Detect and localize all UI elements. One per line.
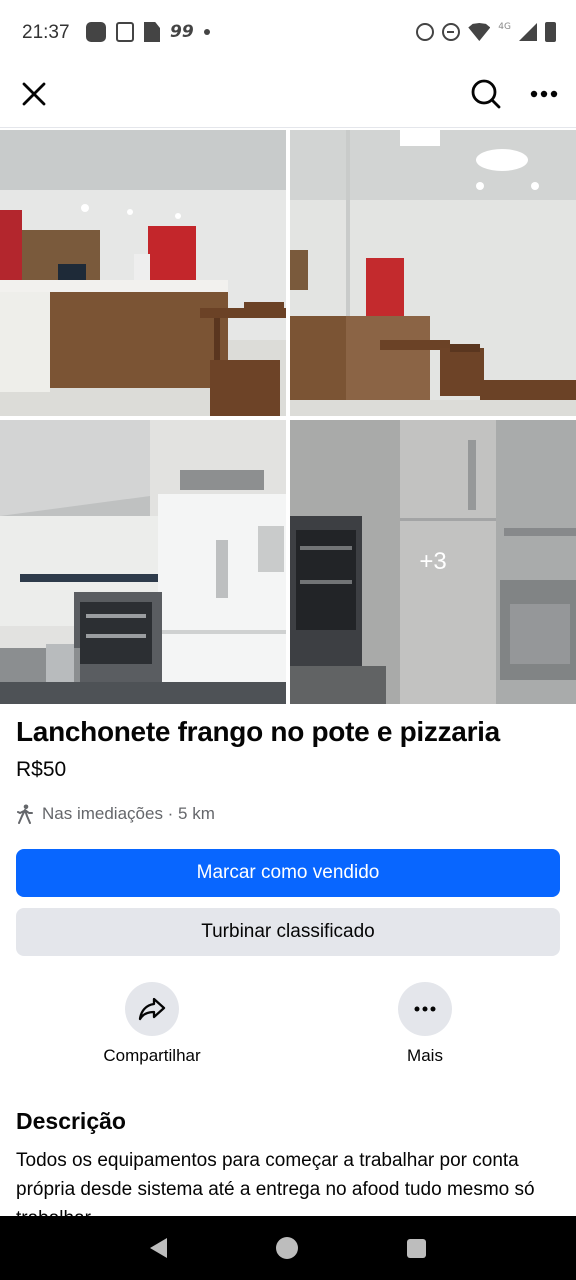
more-photos-overlay[interactable]: +3 xyxy=(290,420,576,704)
listing-price: R$50 xyxy=(16,758,67,781)
share-icon xyxy=(138,997,166,1021)
listing-photo-4[interactable]: +3 xyxy=(290,420,576,704)
app-notification-icon xyxy=(86,22,106,42)
share-label: Compartilhar xyxy=(103,1046,201,1065)
dnd-icon xyxy=(442,23,461,41)
network-type-label: 4G xyxy=(498,22,511,32)
description-heading: Descrição xyxy=(16,1108,126,1134)
more-button[interactable] xyxy=(398,982,452,1036)
close-icon xyxy=(22,82,46,106)
listing-photo-2[interactable] xyxy=(290,130,576,416)
system-nav-bar xyxy=(0,1216,576,1280)
more-action[interactable]: Mais xyxy=(345,982,505,1066)
location-text: Nas imediações · 5 km xyxy=(42,804,215,823)
recents-icon[interactable] xyxy=(407,1238,427,1258)
share-action[interactable]: Compartilhar xyxy=(72,982,232,1066)
battery-icon xyxy=(545,22,556,42)
listing-location: Nas imediações · 5 km xyxy=(16,803,215,825)
more-horizontal-icon xyxy=(414,1006,436,1012)
share-button[interactable] xyxy=(125,982,179,1036)
back-icon[interactable] xyxy=(149,1238,167,1258)
status-notification-icons: 99 xyxy=(86,22,210,42)
signal-icon xyxy=(519,23,537,41)
doc-icon xyxy=(144,22,160,42)
close-button[interactable] xyxy=(14,74,54,114)
boost-listing-button[interactable]: Turbinar classificado xyxy=(16,908,560,956)
more-photos-count: +3 xyxy=(419,548,447,575)
home-icon[interactable] xyxy=(275,1237,298,1259)
listing-photo-1[interactable] xyxy=(0,130,286,416)
more-label: Mais xyxy=(407,1046,443,1065)
photo-dining-area xyxy=(290,130,576,416)
notification-count: 99 xyxy=(170,22,194,42)
top-nav xyxy=(0,68,576,128)
search-button[interactable] xyxy=(464,72,508,116)
photo-restaurant-counter xyxy=(0,130,286,416)
search-icon xyxy=(471,79,501,109)
clipboard-icon xyxy=(116,22,134,42)
walking-person-icon xyxy=(16,803,36,825)
wifi-icon xyxy=(468,23,491,41)
status-time: 21:37 xyxy=(22,22,70,43)
listing-title: Lanchonete frango no pote e pizzaria xyxy=(16,716,500,747)
photo-kitchen-equipment xyxy=(0,420,286,704)
status-bar: 21:37 99 4G xyxy=(0,0,576,68)
status-system-icons: 4G xyxy=(416,22,556,42)
more-notifications-dot-icon xyxy=(203,29,210,35)
listing-photo-3[interactable] xyxy=(0,420,286,704)
alarm-icon xyxy=(416,23,435,41)
more-horizontal-icon xyxy=(530,90,558,98)
mark-as-sold-button[interactable]: Marcar como vendido xyxy=(16,849,560,897)
photo-grid: +3 xyxy=(0,128,576,704)
more-options-button[interactable] xyxy=(522,72,566,116)
